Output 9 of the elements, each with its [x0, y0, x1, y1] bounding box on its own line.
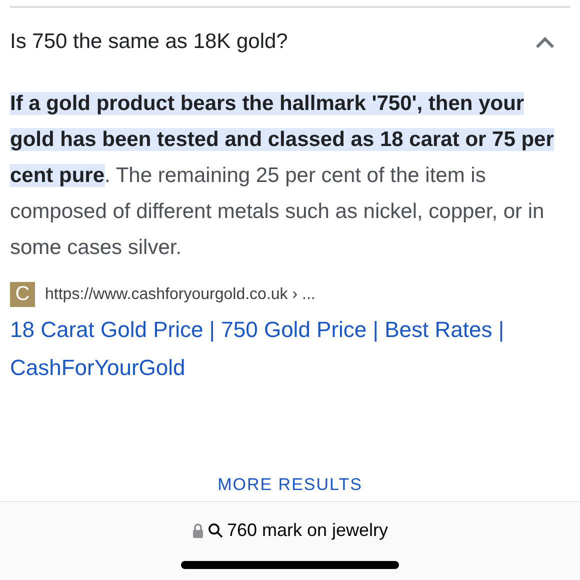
lock-icon [192, 523, 204, 538]
question-text: Is 750 the same as 18K gold? [10, 30, 288, 54]
result-link[interactable]: 18 Carat Gold Price | 750 Gold Price | Best Rates | CashForYourGold [10, 311, 570, 387]
more-results-link[interactable]: MORE RESULTS [218, 475, 362, 495]
address-query: 760 mark on jewelry [226, 520, 388, 541]
search-icon [208, 523, 223, 538]
address-bar[interactable]: 760 mark on jewelry [0, 501, 580, 580]
site-favicon: C [10, 282, 35, 307]
source-url: https://www.cashforyourgold.co.uk › ... [45, 286, 316, 304]
